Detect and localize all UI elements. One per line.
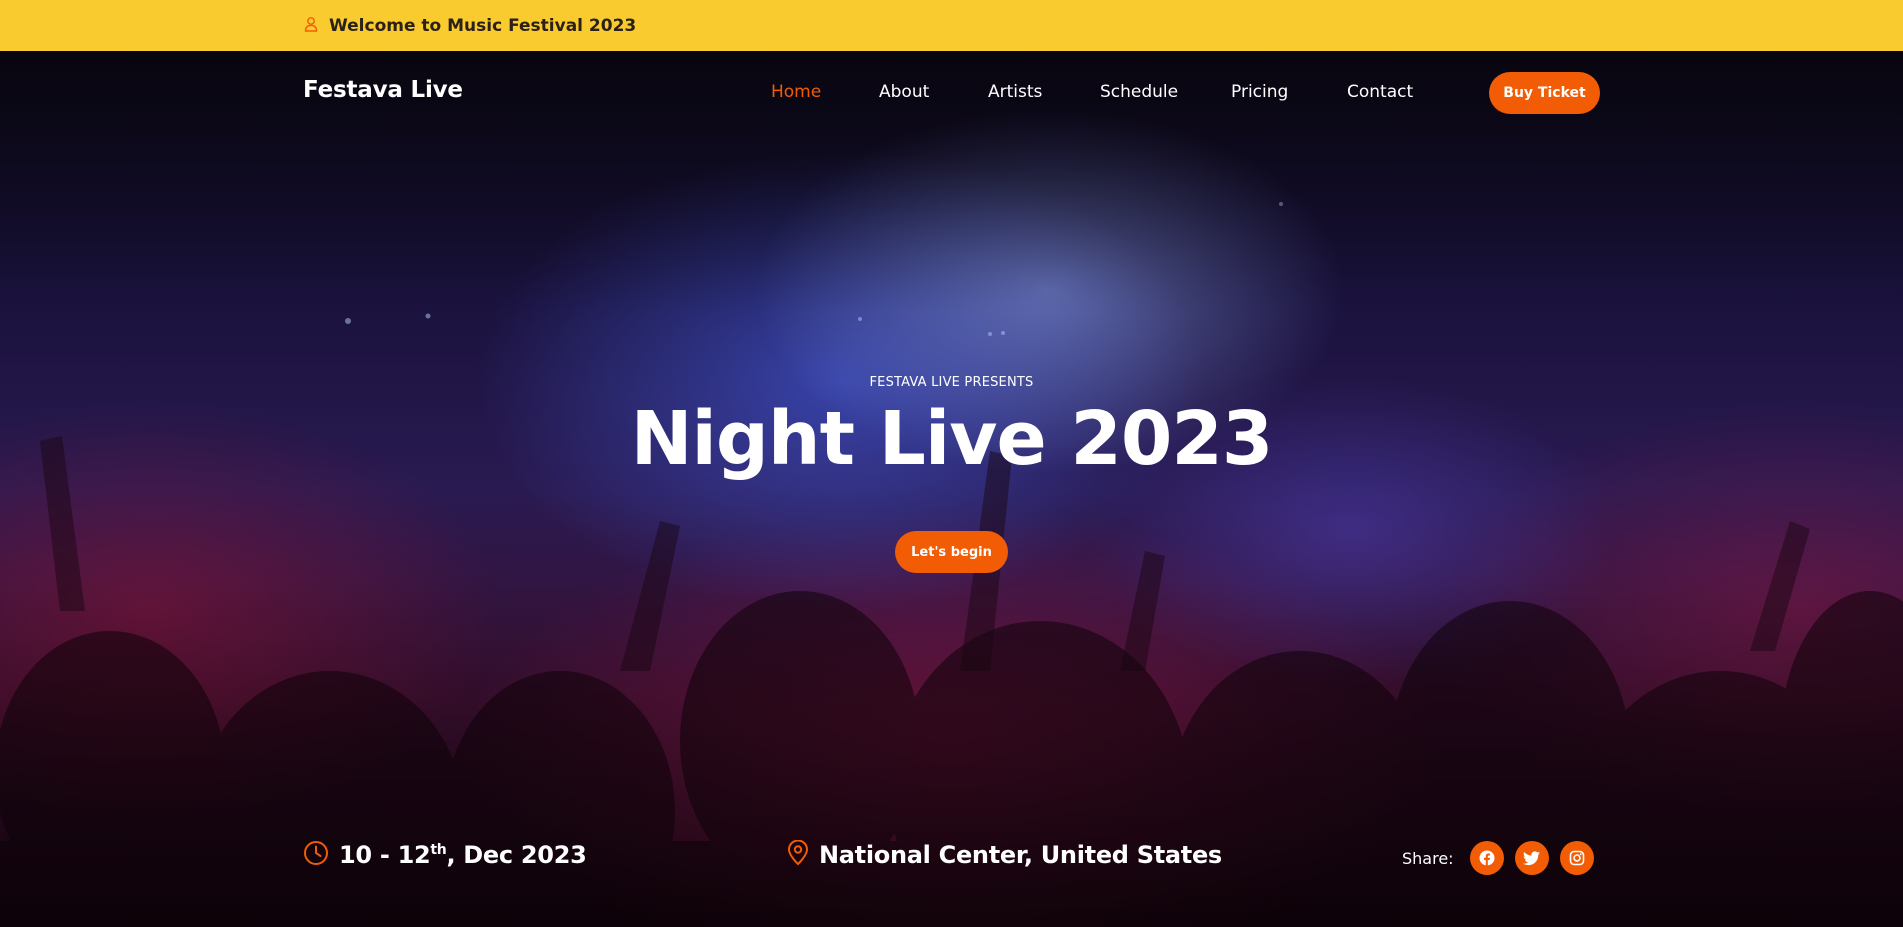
hero-title: Night Live 2023 bbox=[630, 396, 1274, 482]
hero-overlay bbox=[0, 51, 1903, 927]
nav-item-home[interactable]: Home bbox=[771, 82, 821, 102]
nav-item-artists[interactable]: Artists bbox=[988, 82, 1042, 102]
nav-item-pricing[interactable]: Pricing bbox=[1231, 82, 1288, 102]
instagram-icon[interactable] bbox=[1559, 841, 1594, 875]
nav-item-schedule[interactable]: Schedule bbox=[1100, 82, 1178, 102]
hero-eyebrow: FESTAVA LIVE PRESENTS bbox=[869, 375, 1034, 390]
event-date-text: 10 - 12th, Dec 2023 bbox=[339, 841, 587, 869]
date-month-year: , Dec 2023 bbox=[446, 841, 587, 869]
share-links: Share: bbox=[1402, 841, 1605, 875]
main-navigation: Festava Live Home About Artists Schedule… bbox=[0, 51, 1903, 135]
announcement-text: Welcome to Music Festival 2023 bbox=[329, 15, 637, 36]
user-icon bbox=[303, 16, 319, 36]
event-date: 10 - 12th, Dec 2023 bbox=[303, 840, 587, 870]
map-pin-icon bbox=[787, 839, 809, 870]
buy-ticket-button[interactable]: Buy Ticket bbox=[1489, 72, 1600, 114]
clock-icon bbox=[303, 840, 329, 870]
nav-item-contact[interactable]: Contact bbox=[1347, 82, 1413, 102]
twitter-icon[interactable] bbox=[1514, 841, 1549, 875]
event-location: National Center, United States bbox=[787, 839, 1222, 870]
date-ordinal: th bbox=[430, 842, 447, 858]
brand-logo[interactable]: Festava Live bbox=[303, 77, 463, 103]
date-range: 10 - 12 bbox=[339, 841, 431, 869]
announcement-bar: Welcome to Music Festival 2023 bbox=[0, 0, 1903, 51]
facebook-icon[interactable] bbox=[1469, 841, 1504, 875]
hero-section bbox=[0, 51, 1903, 927]
lets-begin-button[interactable]: Let's begin bbox=[895, 531, 1008, 573]
share-label: Share: bbox=[1402, 848, 1454, 868]
event-location-text: National Center, United States bbox=[819, 841, 1222, 869]
nav-item-about[interactable]: About bbox=[879, 82, 929, 102]
